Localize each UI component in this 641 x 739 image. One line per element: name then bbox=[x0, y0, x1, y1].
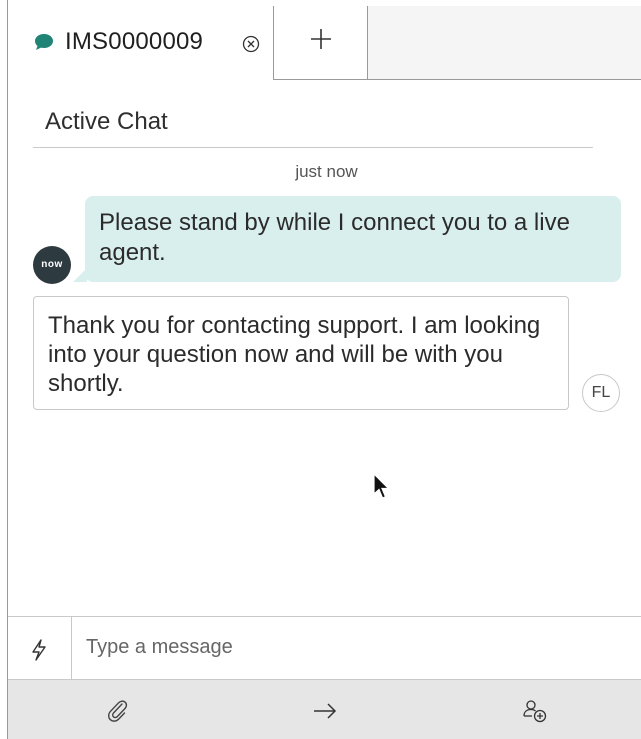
attach-button[interactable] bbox=[88, 680, 148, 739]
quick-actions-button[interactable] bbox=[8, 617, 72, 679]
agent-message-bubble: Thank you for contacting support. I am l… bbox=[33, 296, 569, 410]
bot-message-bubble: Please stand by while I connect you to a… bbox=[73, 196, 621, 282]
chat-window: IMS0000009 Active Chat just now now Plea… bbox=[0, 0, 641, 739]
add-user-icon bbox=[523, 700, 547, 723]
tab-bar: IMS0000009 bbox=[8, 0, 641, 80]
send-button[interactable] bbox=[295, 680, 355, 739]
bottom-toolbar bbox=[8, 679, 641, 739]
tab-label: IMS0000009 bbox=[65, 28, 204, 55]
chat-bubble-icon bbox=[35, 34, 53, 50]
add-participant-button[interactable] bbox=[504, 680, 564, 739]
message-timestamp: just now bbox=[295, 162, 358, 181]
chat-title: Active Chat bbox=[45, 108, 168, 135]
add-tab-button[interactable] bbox=[273, 6, 368, 80]
message-input[interactable] bbox=[86, 632, 626, 662]
lightning-bolt-icon bbox=[32, 639, 46, 661]
composer bbox=[8, 616, 641, 679]
agent-avatar: FL bbox=[582, 374, 620, 412]
tab-chat-session[interactable]: IMS0000009 bbox=[8, 0, 273, 80]
mouse-pointer-icon bbox=[373, 473, 390, 499]
bubble-tail bbox=[73, 268, 87, 282]
arrow-right-icon bbox=[314, 703, 337, 719]
chat-header: Active Chat bbox=[33, 98, 593, 148]
bot-message-text: Please stand by while I connect you to a… bbox=[99, 209, 570, 266]
plus-icon bbox=[311, 29, 331, 49]
agent-message-text: Thank you for contacting support. I am l… bbox=[48, 312, 541, 397]
close-tab-icon[interactable] bbox=[242, 35, 260, 53]
tab-bar-empty-area bbox=[368, 6, 641, 80]
paperclip-icon bbox=[108, 700, 128, 722]
bot-avatar: now bbox=[33, 246, 71, 284]
